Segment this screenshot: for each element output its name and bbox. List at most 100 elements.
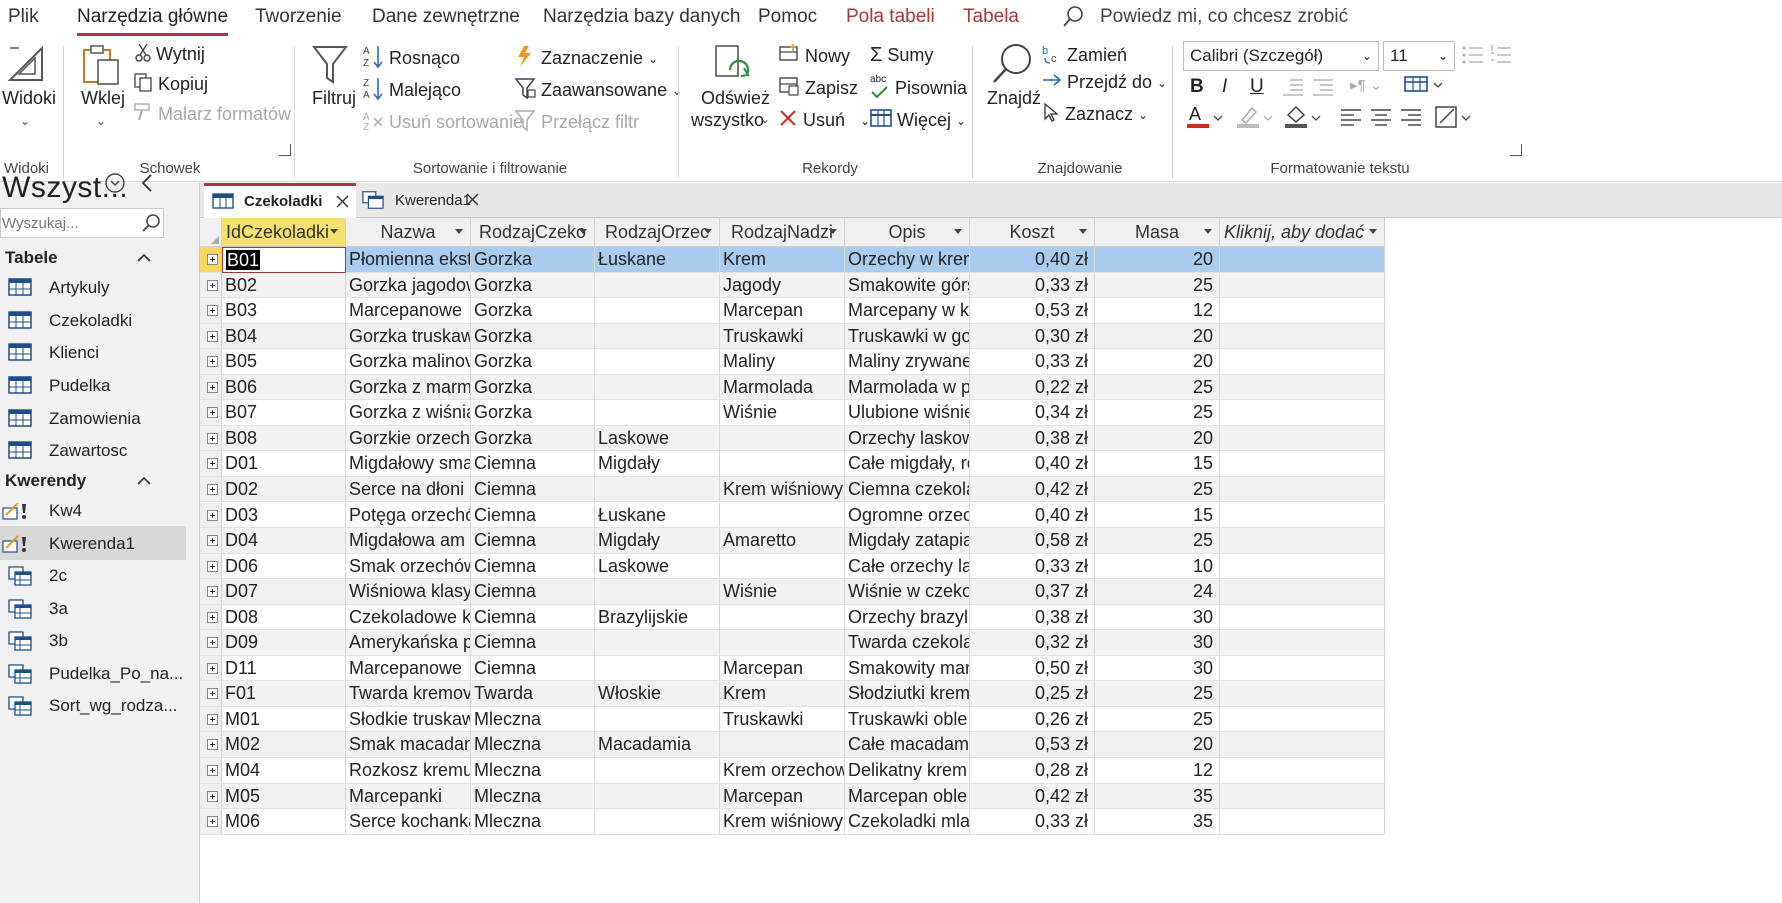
table-cell[interactable]: 0,34 zł xyxy=(970,400,1095,426)
expand-plus-icon[interactable] xyxy=(207,432,218,444)
table-cell[interactable] xyxy=(595,298,720,324)
table-cell[interactable]: 0,33 zł xyxy=(970,809,1095,835)
expand-plus-icon[interactable] xyxy=(207,790,218,802)
expand-plus-icon[interactable] xyxy=(207,356,218,368)
nav-item-pudelka[interactable]: Pudelka xyxy=(0,368,186,402)
table-cell[interactable]: Migdały zatapia xyxy=(845,528,970,554)
table-cell[interactable]: Ciemna xyxy=(471,579,595,605)
expand-plus-icon[interactable] xyxy=(207,458,218,470)
table-cell[interactable] xyxy=(720,425,845,452)
more-button[interactable]: Więcej ⌄ xyxy=(870,108,966,133)
expand-plus-icon[interactable] xyxy=(207,305,218,317)
column-header-rodzaj-czekolady[interactable]: RodzajCzeko xyxy=(471,218,595,247)
table-cell[interactable]: Ogromne orzec xyxy=(845,502,970,529)
table-cell[interactable]: Ciemna xyxy=(471,553,595,580)
table-cell[interactable]: Krem wiśniowy xyxy=(720,476,845,503)
column-header-masa[interactable]: Masa xyxy=(1095,218,1220,247)
table-cell[interactable]: 15 xyxy=(1095,502,1220,529)
toggle-filter-button[interactable]: Przełącz filtr xyxy=(514,108,639,137)
table-cell[interactable]: Gorzka xyxy=(471,374,595,401)
menu-tab-db-tools[interactable]: Narzędzia bazy danych xyxy=(543,6,741,28)
table-cell[interactable]: 20 xyxy=(1095,323,1220,350)
gridlines-icon[interactable] xyxy=(1404,76,1444,99)
chevron-up-icon[interactable] xyxy=(137,473,151,491)
table-cell[interactable]: 0,22 zł xyxy=(970,374,1095,401)
table-cell[interactable]: Migdałowy sma xyxy=(346,451,471,477)
table-cell[interactable]: Maliny xyxy=(720,349,845,375)
table-cell[interactable]: B07 xyxy=(222,400,346,426)
table-row[interactable]: M01 Słodkie truskaw Mleczna Truskawki Truska… xyxy=(200,706,1385,733)
column-dropdown-icon[interactable] xyxy=(1369,229,1377,234)
table-cell[interactable]: Ciemna xyxy=(471,655,595,682)
italic-button[interactable]: I xyxy=(1222,76,1227,98)
nav-search-box[interactable] xyxy=(0,208,164,238)
nav-search-input[interactable] xyxy=(2,212,130,234)
column-dropdown-icon[interactable] xyxy=(1079,229,1087,234)
new-record-button[interactable]: Nowy xyxy=(778,44,850,69)
increase-indent-icon[interactable] xyxy=(1312,78,1334,101)
table-cell[interactable]: 25 xyxy=(1095,272,1220,299)
select-button[interactable]: Zaznacz ⌄ xyxy=(1042,102,1148,127)
table-cell[interactable] xyxy=(1220,655,1385,682)
table-row[interactable]: D09 Amerykańska p Ciemna Twarda czekola 0,32… xyxy=(200,630,1385,656)
table-cell[interactable]: Mleczna xyxy=(471,809,595,835)
align-right-icon[interactable] xyxy=(1400,108,1422,131)
table-cell[interactable]: Gorzka xyxy=(471,298,595,324)
table-cell[interactable]: Gorzka truskaw xyxy=(346,323,471,350)
table-cell[interactable]: Amerykańska p xyxy=(346,630,471,656)
menu-tab-plik[interactable]: Plik xyxy=(8,6,39,28)
table-cell[interactable]: Całe migdały, re xyxy=(845,451,970,477)
table-cell[interactable]: Słodziutki krem xyxy=(845,681,970,707)
nav-item-artykuly[interactable]: Artykuly xyxy=(0,270,186,304)
table-cell[interactable] xyxy=(1220,298,1385,324)
table-cell[interactable]: Mleczna xyxy=(471,732,595,758)
table-cell[interactable]: 0,33 zł xyxy=(970,553,1095,580)
table-cell[interactable]: D02 xyxy=(222,476,346,503)
table-cell[interactable]: Marcepan xyxy=(720,783,845,810)
table-cell[interactable]: Ciemna xyxy=(471,528,595,554)
decrease-indent-icon[interactable] xyxy=(1282,78,1304,101)
highlight-color-icon[interactable] xyxy=(1236,104,1276,135)
table-cell[interactable]: D03 xyxy=(222,502,346,529)
table-cell[interactable]: Rozkosz kremu xyxy=(346,758,471,784)
expand-plus-icon[interactable] xyxy=(207,535,218,547)
table-cell[interactable]: Ciemna xyxy=(471,476,595,503)
table-cell[interactable] xyxy=(595,400,720,426)
column-dropdown-icon[interactable] xyxy=(455,229,463,234)
table-cell[interactable]: Ulubione wiśnie xyxy=(845,400,970,426)
sort-ascending-button[interactable]: AZ Rosnąco xyxy=(362,44,460,73)
table-row[interactable]: B04 Gorzka truskaw Gorzka Truskawki Truskawk… xyxy=(200,323,1385,350)
table-row[interactable]: B02 Gorzka jagodow Gorzka Jagody Smakowite g… xyxy=(200,272,1385,299)
menu-tab-table[interactable]: Tabela xyxy=(963,6,1019,28)
table-cell[interactable]: B04 xyxy=(222,323,346,350)
nav-item-pudelka-po-na[interactable]: Pudelka_Po_na... xyxy=(0,656,186,690)
table-cell[interactable]: 30 xyxy=(1095,655,1220,682)
table-cell[interactable]: Marcepan xyxy=(720,298,845,324)
table-row[interactable]: D01 Migdałowy sma Ciemna Migdały Całe migdał… xyxy=(200,451,1385,477)
table-cell[interactable]: Jagody xyxy=(720,272,845,299)
tab-czekoladki[interactable]: Czekoladki xyxy=(204,183,356,218)
table-cell[interactable]: M01 xyxy=(222,706,346,733)
table-cell[interactable] xyxy=(1220,528,1385,554)
font-size-select[interactable]: 11 ⌄ xyxy=(1383,41,1455,71)
refresh-all-button[interactable]: Odśwież wszystko ⌄ xyxy=(688,40,772,150)
table-cell[interactable]: 30 xyxy=(1095,630,1220,656)
table-cell[interactable]: Migdały xyxy=(595,528,720,554)
expand-plus-icon[interactable] xyxy=(207,586,218,598)
chevron-up-icon[interactable] xyxy=(137,250,151,268)
table-cell[interactable]: B08 xyxy=(222,425,346,452)
replace-button[interactable]: bc Zamień xyxy=(1042,42,1127,69)
table-cell[interactable]: Czekoladowe k xyxy=(346,604,471,631)
table-cell[interactable] xyxy=(595,349,720,375)
expand-plus-icon[interactable] xyxy=(207,816,218,828)
bold-button[interactable]: B xyxy=(1190,76,1204,98)
table-cell[interactable]: 12 xyxy=(1095,298,1220,324)
table-cell[interactable]: 0,42 zł xyxy=(970,476,1095,503)
table-cell[interactable]: F01 xyxy=(222,681,346,707)
table-cell[interactable]: Migdałowa am xyxy=(346,528,471,554)
find-button[interactable]: Znajdź xyxy=(982,40,1042,150)
table-cell[interactable]: Brazylijskie xyxy=(595,604,720,631)
table-cell[interactable]: Krem xyxy=(720,681,845,707)
table-row[interactable]: B08 Gorzkie orzechy Gorzka Laskowe Orzechy l… xyxy=(200,425,1385,452)
column-dropdown-icon[interactable] xyxy=(579,229,587,234)
